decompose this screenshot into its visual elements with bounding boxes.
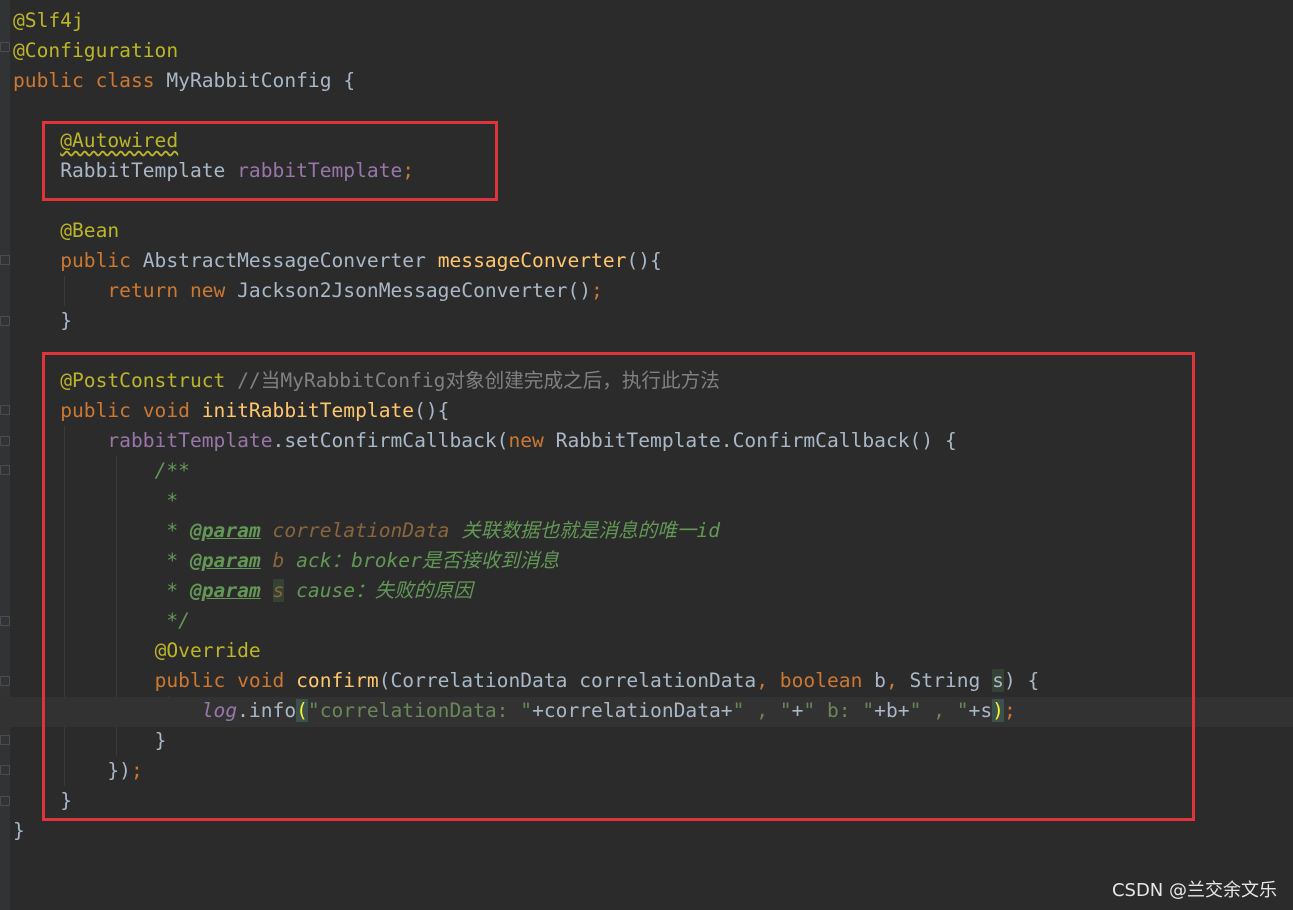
semicolon: ; — [591, 279, 603, 302]
close-brace: } — [60, 309, 72, 332]
fold-marker-icon[interactable] — [0, 616, 10, 626]
annotation-slf4j: @Slf4j — [13, 9, 84, 32]
class-name: MyRabbitConfig — [166, 69, 332, 92]
open-brace: { — [343, 69, 356, 92]
fold-marker-icon[interactable] — [0, 316, 10, 326]
fold-marker-icon[interactable] — [0, 436, 10, 446]
code-line-6: @Bean — [13, 216, 119, 246]
fold-marker-icon[interactable] — [0, 42, 10, 52]
watermark: CSDN @兰交余文乐 — [1111, 880, 1277, 901]
code-line-9: } — [13, 306, 72, 336]
code-line-2: @Configuration — [13, 36, 178, 66]
fold-marker-icon[interactable] — [0, 465, 10, 475]
code-line-1: @Slf4j — [13, 6, 84, 36]
keyword-new: new — [189, 279, 226, 302]
code-line-8: return new Jackson2JsonMessageConverter(… — [13, 276, 603, 306]
annotation-configuration: @Configuration — [13, 39, 179, 62]
code-line-25: } — [13, 816, 25, 846]
fold-marker-icon[interactable] — [0, 735, 10, 745]
constructor-call: Jackson2JsonMessageConverter() — [237, 279, 592, 302]
fold-marker-icon[interactable] — [0, 765, 10, 775]
code-line-3: public class MyRabbitConfig { — [13, 66, 355, 96]
fold-marker-icon[interactable] — [0, 676, 10, 686]
highlight-box-autowired — [42, 121, 498, 201]
method-paren: (){ — [626, 249, 662, 272]
class-close-brace: } — [13, 819, 25, 842]
return-type: AbstractMessageConverter — [142, 249, 426, 272]
code-line-7: public AbstractMessageConverter messageC… — [13, 246, 662, 276]
highlight-box-postconstruct — [42, 352, 1195, 821]
method-messageconverter: messageConverter — [437, 249, 627, 272]
fold-marker-icon[interactable] — [0, 405, 10, 415]
keyword-public: public — [60, 249, 131, 272]
keyword-public: public — [13, 69, 84, 92]
code-editor[interactable]: @Slf4j @Configuration public class MyRab… — [0, 0, 1293, 910]
keyword-class: class — [95, 69, 155, 92]
annotation-bean: @Bean — [60, 219, 120, 242]
keyword-return: return — [107, 279, 179, 302]
fold-marker-icon[interactable] — [0, 255, 10, 265]
fold-marker-icon[interactable] — [0, 796, 10, 806]
